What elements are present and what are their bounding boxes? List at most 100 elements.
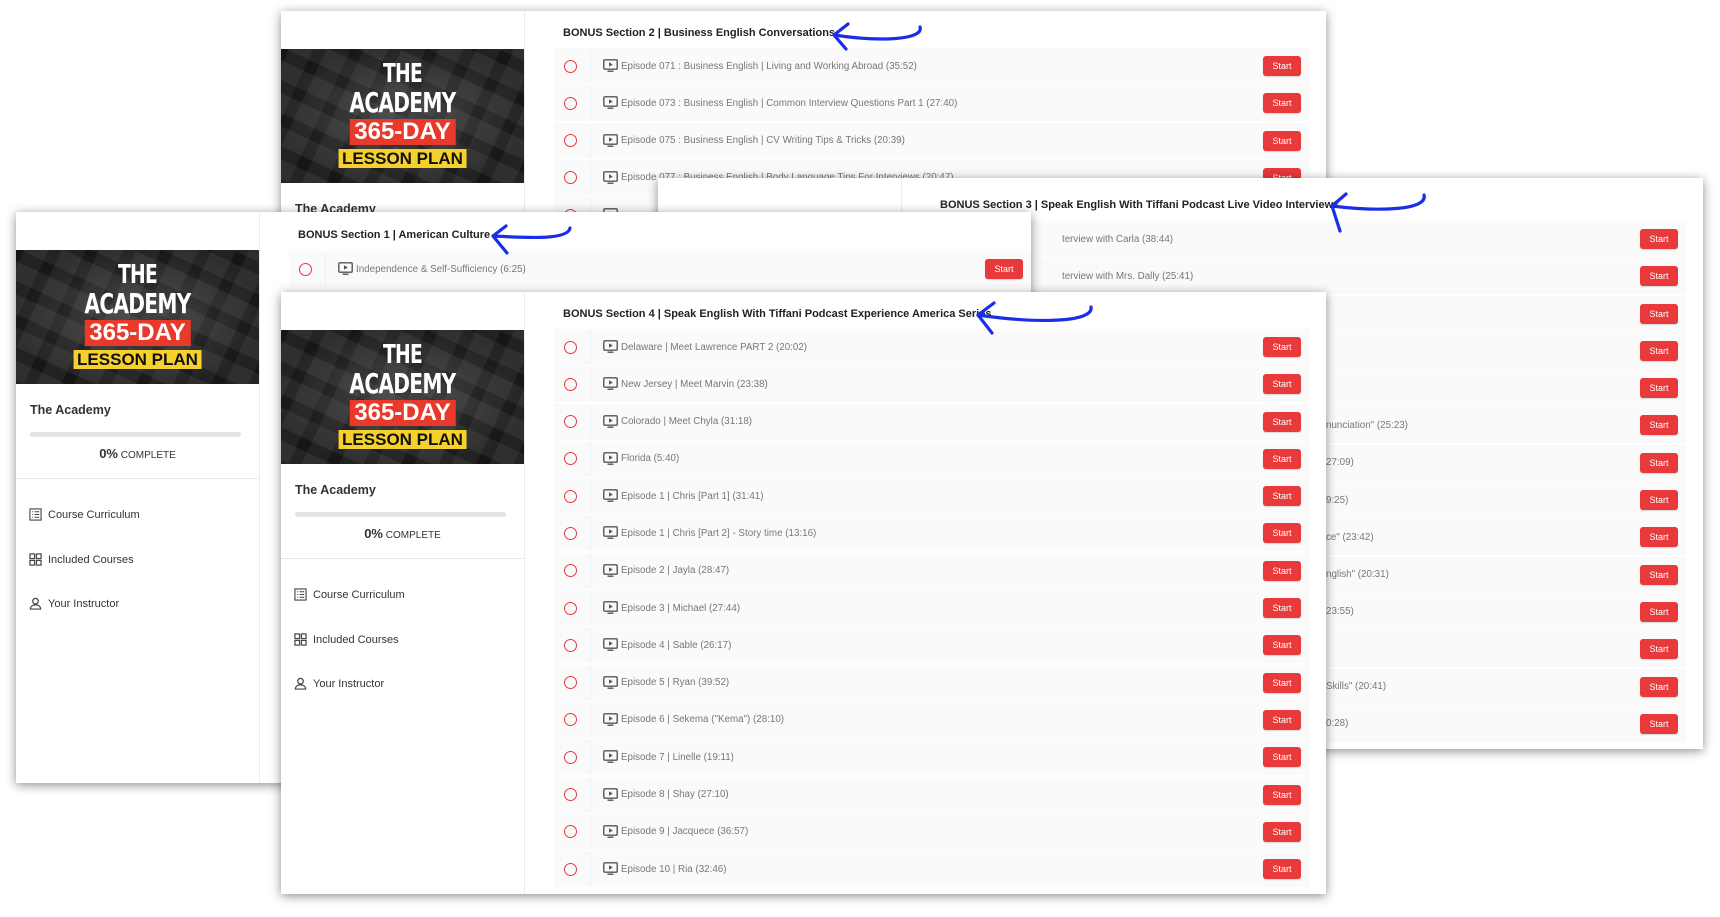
lecture-title[interactable]: Skills" (20:41) xyxy=(1326,681,1386,692)
start-button[interactable]: Start xyxy=(1263,93,1301,114)
completion-checkbox[interactable] xyxy=(564,713,577,727)
completion-checkbox[interactable] xyxy=(564,526,577,540)
completion-checkbox[interactable] xyxy=(564,96,577,110)
lecture-row[interactable]: Episode 073 : Business English | Common … xyxy=(554,85,1309,122)
start-button[interactable]: Start xyxy=(1263,784,1301,805)
lecture-title[interactable]: Colorado | Meet Chyla (31:18) xyxy=(621,416,752,427)
lecture-row[interactable]: Episode 5 | Ryan (39:52) Start xyxy=(554,664,1309,701)
lecture-row[interactable]: Episode 3 | Michael (27:44) Start xyxy=(554,590,1309,627)
lecture-title[interactable]: Independence & Self-Sufficiency (6:25) xyxy=(356,264,526,275)
lecture-title[interactable]: 9:25) xyxy=(1326,495,1348,506)
sidebar-item-course-curriculum[interactable]: Course Curriculum xyxy=(29,508,140,521)
lecture-row[interactable]: New Jersey | Meet Marvin (23:38) Start xyxy=(554,366,1309,403)
sidebar-item-your-instructor[interactable]: Your Instructor xyxy=(294,677,384,690)
completion-checkbox[interactable] xyxy=(564,638,577,652)
lecture-title[interactable]: Episode 075 : Business English | CV Writ… xyxy=(621,135,905,146)
lecture-title[interactable]: Episode 9 | Jacquece (36:57) xyxy=(621,826,748,837)
start-button[interactable]: Start xyxy=(1640,229,1678,249)
lecture-row[interactable]: Episode 4 | Sable (26:17) Start xyxy=(554,627,1309,664)
start-button[interactable]: Start xyxy=(1263,747,1301,768)
start-button[interactable]: Start xyxy=(1263,374,1301,395)
start-button[interactable]: Start xyxy=(1263,560,1301,581)
completion-checkbox[interactable] xyxy=(564,59,577,73)
completion-checkbox[interactable] xyxy=(299,262,312,276)
completion-checkbox[interactable] xyxy=(564,134,577,148)
lecture-title[interactable]: Episode 10 | Ria (32:46) xyxy=(621,864,726,875)
lecture-row[interactable]: Episode 075 : Business English | CV Writ… xyxy=(554,122,1309,159)
completion-checkbox[interactable] xyxy=(564,564,577,578)
completion-checkbox[interactable] xyxy=(564,452,577,466)
start-button[interactable]: Start xyxy=(1640,452,1678,473)
start-button[interactable]: Start xyxy=(1640,303,1678,324)
start-button[interactable]: Start xyxy=(1640,713,1678,734)
lecture-row[interactable]: Episode 6 | Sekema ("Kema") (28:10) Start xyxy=(554,701,1309,738)
sidebar-item-included-courses[interactable]: Included Courses xyxy=(29,553,134,566)
lecture-title[interactable]: nglish" (20:31) xyxy=(1326,569,1389,580)
completion-checkbox[interactable] xyxy=(564,788,577,802)
lecture-title[interactable]: Delaware | Meet Lawrence PART 2 (20:02) xyxy=(621,342,807,353)
lecture-title[interactable]: 27:09) xyxy=(1326,457,1354,468)
lecture-title[interactable]: Episode 2 | Jayla (28:47) xyxy=(621,565,729,576)
sidebar-item-included-courses[interactable]: Included Courses xyxy=(294,633,399,646)
start-button[interactable]: Start xyxy=(1640,415,1678,436)
start-button[interactable]: Start xyxy=(1640,340,1678,361)
start-button[interactable]: Start xyxy=(1640,676,1678,697)
course-thumbnail[interactable]: THE ACADEMY 365-DAY LESSON PLAN xyxy=(16,250,259,384)
start-button[interactable]: Start xyxy=(1640,564,1678,585)
sidebar-item-course-curriculum[interactable]: Course Curriculum xyxy=(294,588,405,601)
completion-checkbox[interactable] xyxy=(564,171,577,185)
lecture-row[interactable]: Delaware | Meet Lawrence PART 2 (20:02) S… xyxy=(554,329,1309,365)
course-thumbnail[interactable]: THE ACADEMY 365-DAY LESSON PLAN xyxy=(281,49,524,183)
start-button[interactable]: Start xyxy=(1263,821,1301,842)
completion-checkbox[interactable] xyxy=(564,415,577,429)
lecture-row[interactable]: Episode 1 | Chris [Part 2] - Story time … xyxy=(554,515,1309,552)
lecture-title[interactable]: Episode 4 | Sable (26:17) xyxy=(621,640,731,651)
lecture-title[interactable]: 0:28) xyxy=(1326,718,1348,729)
lecture-title[interactable]: Episode 071 : Business English | Living … xyxy=(621,61,917,72)
start-button[interactable]: Start xyxy=(1263,130,1301,151)
completion-checkbox[interactable] xyxy=(564,825,577,839)
lecture-row[interactable]: Episode 2 | Jayla (28:47) Start xyxy=(554,552,1309,589)
completion-checkbox[interactable] xyxy=(564,676,577,690)
start-button[interactable]: Start xyxy=(1263,337,1301,357)
completion-checkbox[interactable] xyxy=(564,862,577,876)
lecture-row[interactable]: terview with Carla (38:44) Start xyxy=(931,221,1686,257)
lecture-title[interactable]: Episode 1 | Chris [Part 1] (31:41) xyxy=(621,491,764,502)
lecture-row[interactable]: Independence & Self-Sufficiency (6:25) St… xyxy=(289,251,1031,287)
start-button[interactable]: Start xyxy=(1263,672,1301,693)
course-thumbnail[interactable]: THE ACADEMY 365-DAY LESSON PLAN xyxy=(281,330,524,464)
start-button[interactable]: Start xyxy=(1263,709,1301,730)
completion-checkbox[interactable] xyxy=(564,489,577,503)
start-button[interactable]: Start xyxy=(1263,523,1301,544)
sidebar-item-your-instructor[interactable]: Your Instructor xyxy=(29,597,119,610)
lecture-title[interactable]: ce" (23:42) xyxy=(1326,532,1374,543)
lecture-title[interactable]: 23:55) xyxy=(1326,606,1354,617)
start-button[interactable]: Start xyxy=(1263,859,1301,880)
lecture-title[interactable]: terview with Mrs. Dally (25:41) xyxy=(1062,271,1193,282)
lecture-row[interactable]: Episode 7 | Linelle (19:11) Start xyxy=(554,739,1309,776)
completion-checkbox[interactable] xyxy=(564,601,577,615)
lecture-title[interactable]: nunciation" (25:23) xyxy=(1326,420,1408,431)
lecture-title[interactable]: Episode 8 | Shay (27:10) xyxy=(621,789,729,800)
lecture-row[interactable]: terview with Mrs. Dally (25:41) Start xyxy=(931,258,1686,295)
lecture-row[interactable]: Episode 8 | Shay (27:10) Start xyxy=(554,776,1309,813)
lecture-title[interactable]: Episode 073 : Business English | Common … xyxy=(621,98,957,109)
start-button[interactable]: Start xyxy=(1263,411,1301,432)
lecture-row[interactable]: Episode 1 | Chris [Part 1] (31:41) Start xyxy=(554,478,1309,515)
start-button[interactable]: Start xyxy=(1640,266,1678,287)
completion-checkbox[interactable] xyxy=(564,750,577,764)
completion-checkbox[interactable] xyxy=(564,340,577,354)
start-button[interactable]: Start xyxy=(1640,490,1678,511)
lecture-title[interactable]: Episode 3 | Michael (27:44) xyxy=(621,603,740,614)
start-button[interactable]: Start xyxy=(1640,639,1678,660)
lecture-row[interactable]: Episode 071 : Business English | Living … xyxy=(554,48,1309,84)
lecture-title[interactable]: Episode 6 | Sekema ("Kema") (28:10) xyxy=(621,714,784,725)
lecture-row[interactable]: Episode 10 | Ria (32:46) Start xyxy=(554,851,1309,888)
start-button[interactable]: Start xyxy=(1640,601,1678,622)
lecture-title[interactable]: terview with Carla (38:44) xyxy=(1062,234,1173,245)
lecture-row[interactable]: Colorado | Meet Chyla (31:18) Start xyxy=(554,403,1309,440)
lecture-row[interactable]: Florida (5:40) Start xyxy=(554,440,1309,477)
lecture-row[interactable]: Episode 9 | Jacquece (36:57) Start xyxy=(554,813,1309,850)
lecture-title[interactable]: New Jersey | Meet Marvin (23:38) xyxy=(621,379,768,390)
start-button[interactable]: Start xyxy=(1263,635,1301,656)
